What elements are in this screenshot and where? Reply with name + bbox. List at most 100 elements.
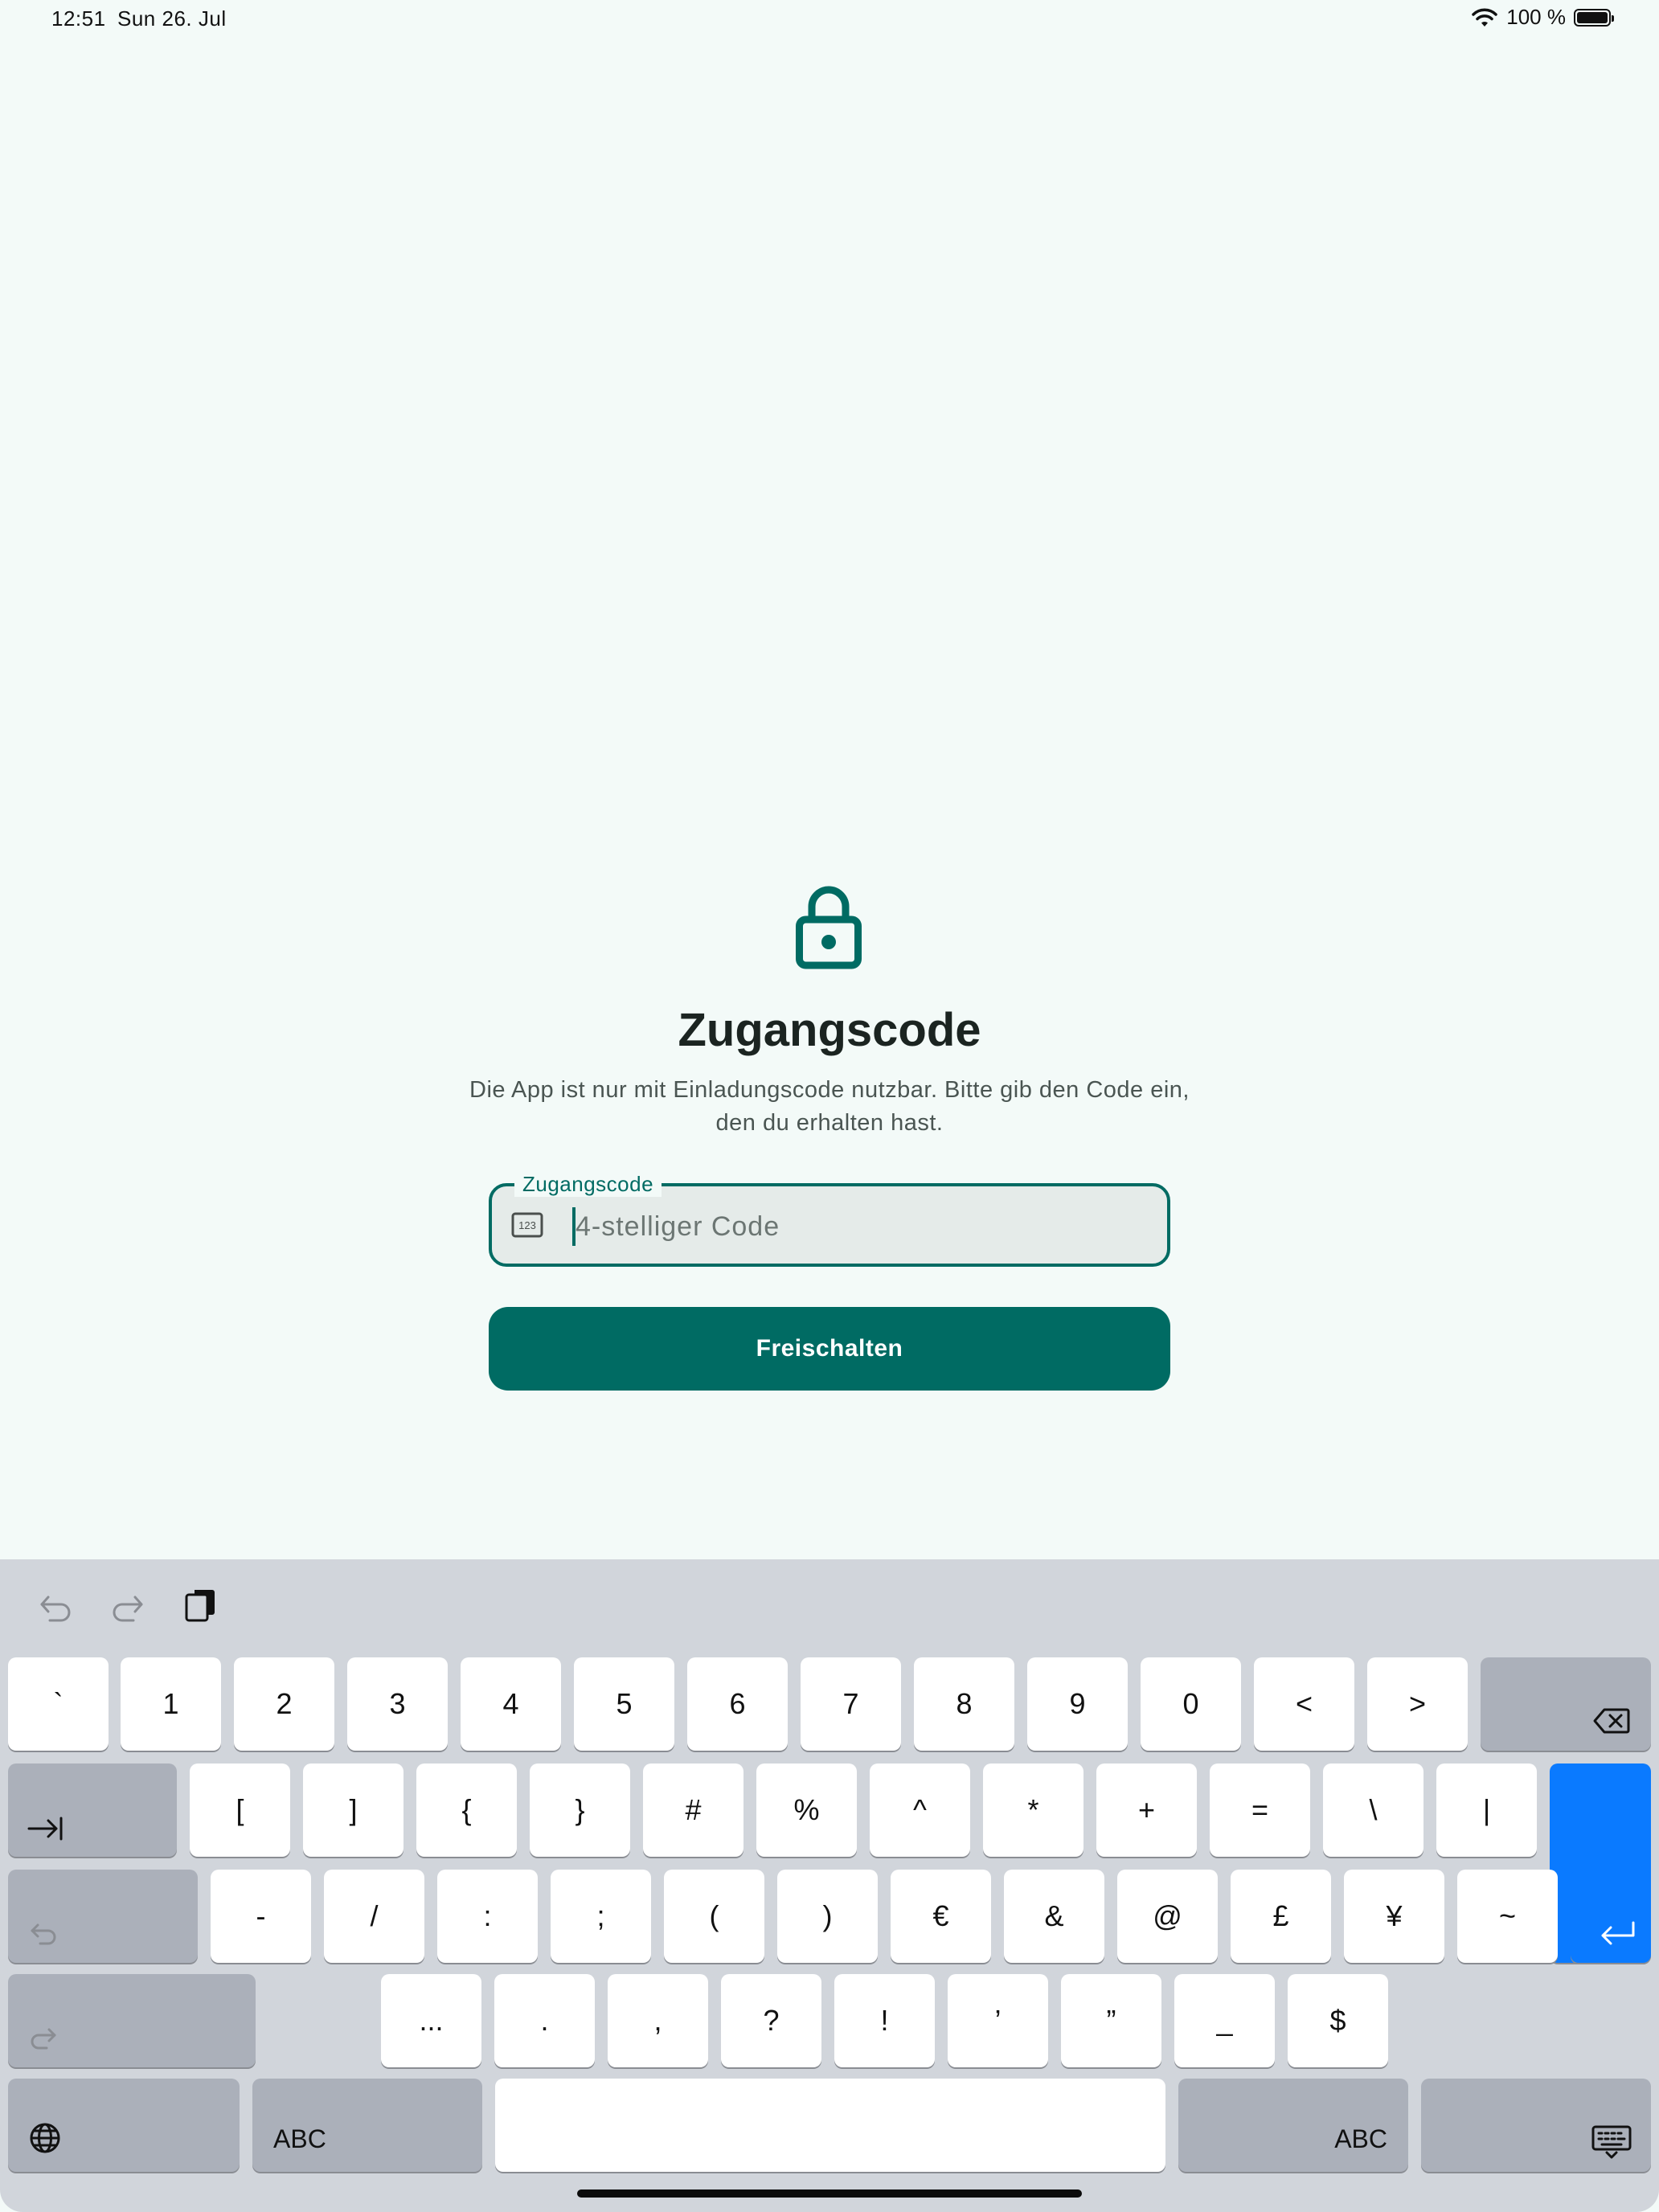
key[interactable]: 7 (801, 1657, 901, 1751)
key[interactable]: ~ (1457, 1870, 1558, 1963)
key[interactable]: 1 (121, 1657, 221, 1751)
key[interactable]: ^ (870, 1763, 970, 1857)
key[interactable]: ) (777, 1870, 878, 1963)
key-label: ¥ (1386, 1899, 1403, 1932)
key-label: _ (1216, 2004, 1233, 2037)
abc-key-right[interactable]: ABC (1178, 2079, 1408, 2172)
key-label: ] (349, 1793, 358, 1826)
key[interactable]: ... (381, 1974, 481, 2067)
key[interactable]: £ (1231, 1870, 1331, 1963)
paste-icon[interactable] (182, 1585, 220, 1624)
key[interactable]: 4 (461, 1657, 561, 1751)
page-description: Die App ist nur mit Einladungscode nutzb… (469, 1077, 1190, 1136)
key[interactable]: # (643, 1763, 743, 1857)
key[interactable]: 5 (574, 1657, 674, 1751)
key[interactable]: } (530, 1763, 630, 1857)
key[interactable]: 2 (234, 1657, 334, 1751)
key[interactable]: [ (190, 1763, 290, 1857)
app-screen: 12:51 Sun 26. Jul 100 % Zugangscode Die … (0, 0, 1659, 2212)
key[interactable]: , (608, 1974, 708, 2067)
key-label: ABC (273, 2124, 326, 2153)
key-label: 6 (729, 1687, 746, 1720)
key[interactable]: > (1367, 1657, 1468, 1751)
key[interactable]: : (437, 1870, 538, 1963)
key[interactable]: \ (1323, 1763, 1423, 1857)
unlock-button[interactable]: Freischalten (489, 1307, 1170, 1391)
redo-icon[interactable] (109, 1588, 148, 1627)
key[interactable]: ? (721, 1974, 821, 2067)
backspace-icon (1593, 1708, 1630, 1734)
key-label: ~ (1498, 1899, 1517, 1932)
key-label: & (1044, 1899, 1064, 1932)
key-label: 9 (1069, 1687, 1086, 1720)
redo-icon (31, 2028, 56, 2050)
key[interactable]: . (494, 1974, 595, 2067)
undo-icon[interactable] (35, 1588, 74, 1627)
abc-key-left[interactable]: ABC (252, 2079, 482, 2172)
key[interactable]: ¥ (1344, 1870, 1444, 1963)
key-label: 0 (1182, 1687, 1199, 1720)
key-label: { (461, 1793, 472, 1826)
svg-text:123: 123 (518, 1219, 536, 1231)
key-label: [ (236, 1793, 244, 1826)
key[interactable]: ( (664, 1870, 764, 1963)
key-label: | (1482, 1793, 1491, 1826)
globe-key[interactable] (8, 2079, 240, 2172)
key-label: , (653, 2004, 662, 2037)
key[interactable]: + (1096, 1763, 1197, 1857)
numeric-keypad-icon: 123 (511, 1212, 543, 1238)
key[interactable]: € (891, 1870, 991, 1963)
key[interactable]: ` (8, 1657, 109, 1751)
key-label: ’ (994, 2004, 1002, 2037)
key-label: # (685, 1793, 702, 1826)
key[interactable]: = (1210, 1763, 1310, 1857)
key-label: = (1251, 1793, 1269, 1826)
home-indicator (577, 2189, 1082, 2198)
key[interactable]: ’ (948, 1974, 1048, 2067)
key-label: 3 (389, 1687, 406, 1720)
status-indicators: 100 % (1471, 5, 1614, 30)
key[interactable]: { (416, 1763, 517, 1857)
on-screen-keyboard: ` 1 2 3 4 5 6 7 8 9 0 < > [] {} #% ^ * + = \ | - /:; () € & @ £ ¥ ~...… (0, 1559, 1659, 2212)
key[interactable]: 6 (687, 1657, 788, 1751)
key[interactable]: ” (1061, 1974, 1161, 2067)
key-label: ABC (1334, 2124, 1387, 2153)
access-code-input[interactable] (576, 1207, 1138, 1246)
key-label: ... (419, 2004, 444, 2037)
status-time: 12:51 (51, 6, 106, 31)
redo-key[interactable] (8, 1974, 256, 2067)
key[interactable]: & (1004, 1870, 1104, 1963)
key-label: / (370, 1899, 379, 1932)
hide-keyboard-key[interactable] (1421, 2079, 1651, 2172)
key[interactable]: 8 (914, 1657, 1014, 1751)
key-label: 7 (842, 1687, 859, 1720)
key[interactable]: _ (1174, 1974, 1275, 2067)
key-label: 4 (502, 1687, 519, 1720)
key[interactable]: / (324, 1870, 424, 1963)
undo-key[interactable] (8, 1870, 198, 1963)
return-key-lower[interactable] (1571, 1870, 1651, 1963)
tab-key[interactable] (8, 1763, 177, 1857)
lock-icon (796, 886, 862, 969)
key-label: € (932, 1899, 949, 1932)
key[interactable]: % (756, 1763, 857, 1857)
key[interactable]: 0 (1141, 1657, 1241, 1751)
key[interactable]: @ (1117, 1870, 1218, 1963)
key[interactable]: 3 (347, 1657, 448, 1751)
space-key[interactable] (495, 2079, 1165, 2172)
key-label: ; (596, 1899, 605, 1932)
key-label: % (793, 1793, 820, 1826)
key[interactable]: 9 (1027, 1657, 1128, 1751)
key[interactable]: ; (551, 1870, 651, 1963)
key[interactable]: ! (834, 1974, 935, 2067)
key[interactable]: - (211, 1870, 311, 1963)
key[interactable]: $ (1288, 1974, 1388, 2067)
key[interactable]: ] (303, 1763, 403, 1857)
key-label: 2 (276, 1687, 293, 1720)
key-label: 8 (956, 1687, 973, 1720)
key[interactable]: < (1254, 1657, 1354, 1751)
key[interactable]: | (1436, 1763, 1537, 1857)
key-label: ? (763, 2004, 780, 2037)
backspace-key[interactable] (1481, 1657, 1651, 1751)
key[interactable]: * (983, 1763, 1083, 1857)
